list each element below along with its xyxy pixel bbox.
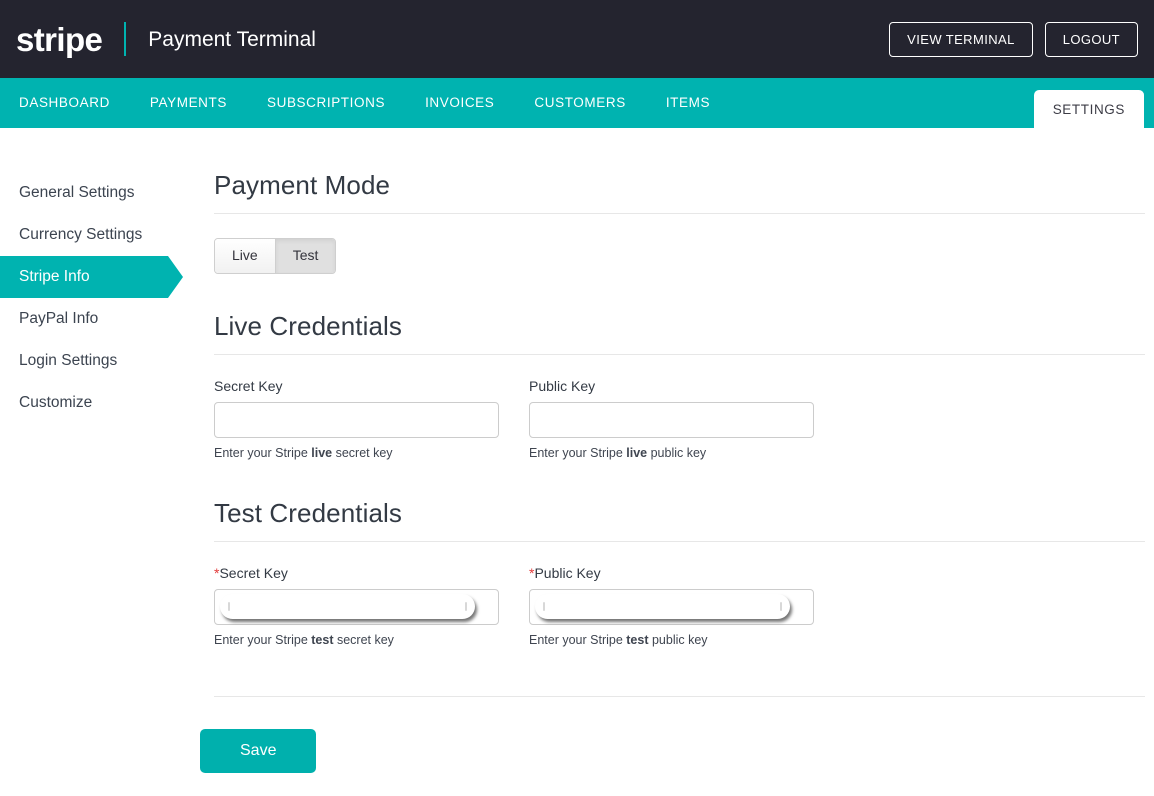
help-prefix: Enter your Stripe	[214, 445, 312, 460]
live-public-key-help: Enter your Stripe live public key	[529, 446, 814, 461]
payment-mode-heading: Payment Mode	[214, 170, 391, 200]
help-suffix: public key	[647, 445, 707, 460]
nav-item-dashboard[interactable]: DASHBOARD	[19, 78, 131, 128]
app-title: Payment Terminal	[148, 27, 316, 51]
test-credentials-row: *Secret Key Enter your Stripe test secre…	[214, 566, 1145, 648]
live-public-key-label: Public Key	[529, 377, 596, 394]
brand: stripe Payment Terminal	[16, 0, 316, 78]
nav-item-payments[interactable]: PAYMENTS	[150, 78, 248, 128]
footer-divider	[214, 695, 1145, 697]
help-emphasis: live	[626, 445, 648, 460]
test-secret-key-field: *Secret Key Enter your Stripe test secre…	[214, 566, 499, 648]
sidebar-item-label: General Settings	[19, 184, 135, 201]
save-button[interactable]: Save	[200, 728, 317, 773]
live-credentials-row: Secret Key Enter your Stripe live secret…	[214, 379, 1145, 461]
nav-item-invoices[interactable]: INVOICES	[425, 78, 515, 128]
sidebar-item-stripe-info[interactable]: Stripe Info	[0, 256, 200, 298]
test-public-key-label: *Public Key	[529, 566, 814, 580]
live-public-key-field: Public Key Enter your Stripe live public…	[529, 379, 814, 461]
sidebar-item-general-settings[interactable]: General Settings	[0, 172, 200, 214]
nav-item-subscriptions[interactable]: SUBSCRIPTIONS	[267, 78, 406, 128]
test-secret-key-input-shell	[214, 588, 499, 625]
help-emphasis: live	[311, 445, 333, 460]
live-public-key-input[interactable]	[529, 401, 814, 438]
test-public-key-input-shell	[529, 588, 814, 625]
live-secret-key-label: Secret Key	[214, 377, 283, 394]
nav-item-items[interactable]: ITEMS	[666, 78, 731, 128]
payment-mode-test-button[interactable]: Test	[274, 239, 336, 273]
test-secret-key-input[interactable]	[214, 588, 499, 625]
section-divider	[214, 353, 1145, 355]
sidebar-item-label: PayPal Info	[19, 310, 99, 327]
sidebar-item-login-settings[interactable]: Login Settings	[0, 340, 200, 382]
tab-settings[interactable]: SETTINGS	[1033, 89, 1144, 128]
logout-button[interactable]: LOGOUT	[1044, 21, 1138, 57]
test-secret-key-label: *Secret Key	[214, 566, 499, 580]
live-credentials-heading: Live Credentials	[214, 310, 403, 341]
live-secret-key-input-shell	[214, 401, 499, 438]
brand-divider	[124, 22, 127, 56]
settings-sidebar: General Settings Currency Settings Strip…	[0, 128, 200, 796]
body-area: General Settings Currency Settings Strip…	[0, 128, 1154, 796]
settings-content: Payment Mode Live Test Live Credentials …	[200, 128, 1154, 796]
payment-mode-toggle-group: Live Test	[214, 238, 337, 274]
help-suffix: secret key	[332, 445, 393, 460]
sidebar-item-label: Login Settings	[19, 352, 118, 369]
main-nav: DASHBOARD PAYMENTS SUBSCRIPTIONS INVOICE…	[0, 78, 1154, 128]
test-secret-key-help: Enter your Stripe test secret key	[214, 633, 499, 648]
app-root: stripe Payment Terminal VIEW TERMINAL LO…	[0, 0, 1154, 796]
test-public-key-input[interactable]	[529, 588, 814, 625]
live-secret-key-help: Enter your Stripe live secret key	[214, 446, 499, 461]
test-credentials-heading: Test Credentials	[214, 497, 403, 528]
test-public-key-help: Enter your Stripe test public key	[529, 633, 814, 648]
sidebar-item-currency-settings[interactable]: Currency Settings	[0, 214, 200, 256]
sidebar-item-paypal-info[interactable]: PayPal Info	[0, 298, 200, 340]
help-prefix: Enter your Stripe	[529, 632, 627, 647]
sidebar-item-label: Customize	[19, 394, 93, 411]
test-public-key-field: *Public Key Enter your Stripe test publi…	[529, 566, 814, 648]
sidebar-item-label: Currency Settings	[19, 226, 143, 243]
section-divider	[214, 213, 1145, 214]
active-arrow-icon	[168, 256, 183, 298]
help-prefix: Enter your Stripe	[214, 632, 312, 647]
live-public-key-input-shell	[529, 401, 814, 438]
test-public-key-label-text: Public Key	[534, 564, 601, 581]
help-emphasis: test	[311, 632, 334, 647]
view-terminal-button[interactable]: VIEW TERMINAL	[889, 21, 1033, 57]
help-suffix: public key	[648, 632, 708, 647]
help-prefix: Enter your Stripe	[529, 445, 627, 460]
help-emphasis: test	[626, 632, 649, 647]
test-secret-key-label-text: Secret Key	[219, 564, 288, 581]
sidebar-item-customize[interactable]: Customize	[0, 382, 200, 424]
header-actions: VIEW TERMINAL LOGOUT	[889, 21, 1138, 57]
live-secret-key-field: Secret Key Enter your Stripe live secret…	[214, 379, 499, 461]
stripe-logo: stripe	[16, 20, 103, 58]
nav-item-customers[interactable]: CUSTOMERS	[534, 78, 646, 128]
section-divider	[214, 540, 1145, 542]
live-secret-key-input[interactable]	[214, 401, 499, 438]
sidebar-item-label: Stripe Info	[19, 268, 90, 285]
help-suffix: secret key	[333, 632, 394, 647]
payment-mode-live-button[interactable]: Live	[215, 239, 275, 273]
top-header: stripe Payment Terminal VIEW TERMINAL LO…	[0, 0, 1154, 78]
